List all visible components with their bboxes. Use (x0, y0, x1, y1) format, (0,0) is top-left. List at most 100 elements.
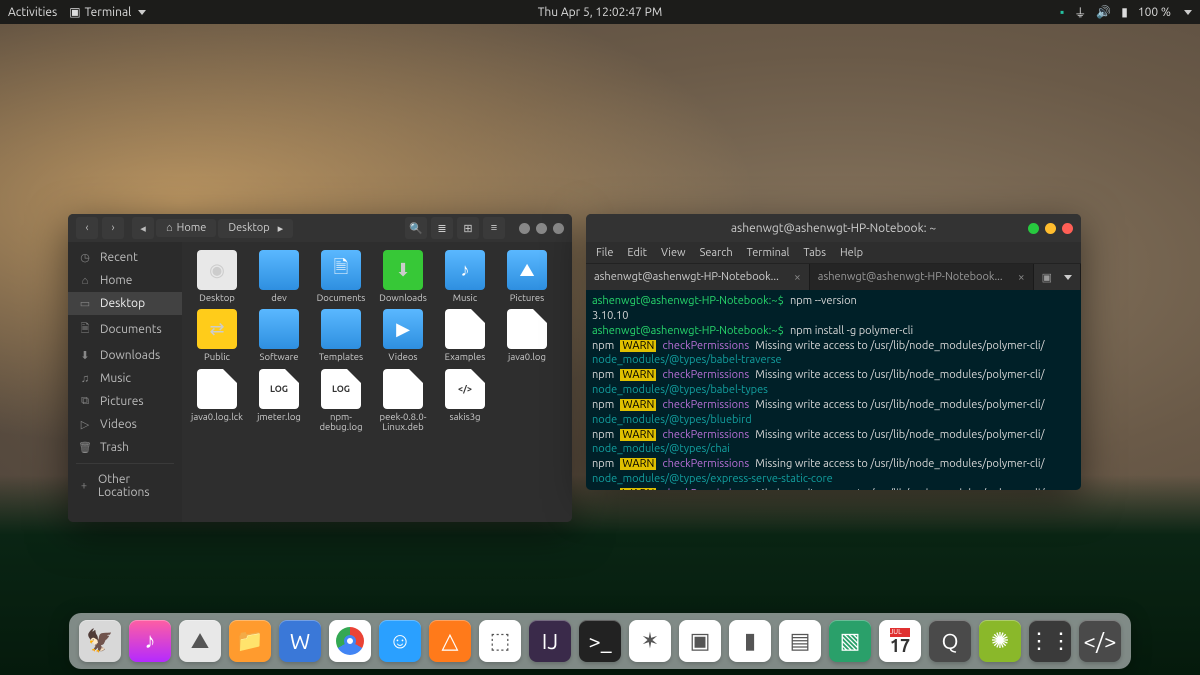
menu-tabs[interactable]: Tabs (803, 247, 826, 259)
file-item[interactable]: LOGnpm-debug.log (310, 369, 372, 433)
wps-icon: W (290, 629, 310, 654)
new-tab-button[interactable]: ▣ (1034, 264, 1081, 290)
sidebar-item-pictures[interactable]: ⧉Pictures (68, 390, 182, 413)
dock-app3[interactable]: ▤ (779, 620, 821, 662)
file-item[interactable]: LOGjmeter.log (248, 369, 310, 433)
dock-settings[interactable]: ⬚ (479, 620, 521, 662)
hamburger-menu-button[interactable]: ≡ (483, 217, 505, 239)
clock[interactable]: Thu Apr 5, 12:02:47 PM (538, 6, 663, 19)
window-maximize-button[interactable] (1045, 223, 1056, 234)
sidebar-other-locations[interactable]: +Other Locations (68, 468, 182, 504)
home-icon: ⌂ (78, 275, 92, 287)
battery-icon[interactable]: ▮ (1121, 5, 1128, 19)
menu-search[interactable]: Search (700, 247, 733, 259)
file-item[interactable]: Templates (310, 309, 372, 362)
folder-dl-icon: ⬇ (383, 250, 423, 290)
sidebar-item-trash[interactable]: 🗑Trash (68, 436, 182, 459)
dock-intellij[interactable]: IJ (529, 620, 571, 662)
file-item[interactable]: </>sakis3g (434, 369, 496, 433)
window-maximize-button[interactable] (536, 223, 547, 234)
view-list-button[interactable]: ≣ (431, 217, 453, 239)
view-grid-button[interactable]: ⊞ (457, 217, 479, 239)
files-titlebar[interactable]: ‹ › ◂ ⌂Home Desktop▸ 🔍 ≣ ⊞ ≡ (68, 214, 572, 242)
dock-launcher[interactable]: ⋮⋮ (1029, 620, 1071, 662)
dock-tweaks[interactable]: ✺ (979, 620, 1021, 662)
file-item[interactable]: ⇄Public (186, 309, 248, 362)
dock-itunes[interactable]: ♪ (129, 620, 171, 662)
dock-vlc[interactable]: △ (429, 620, 471, 662)
sidebar-item-documents[interactable]: 🗎Documents (68, 315, 182, 344)
file-item-label: Templates (319, 352, 363, 362)
folder-music-icon: ♪ (445, 250, 485, 290)
icon-view[interactable]: ◉Desktop dev 🗎Documents⬇Downloads♪Music⛰Pi… (182, 242, 572, 522)
dock-app1[interactable]: ✶ (629, 620, 671, 662)
home-icon: ⌂ (166, 222, 173, 234)
file-item[interactable]: Software (248, 309, 310, 362)
window-close-button[interactable] (553, 223, 564, 234)
file-item-label: dev (271, 293, 286, 303)
file-item[interactable]: Examples (434, 309, 496, 362)
menu-terminal[interactable]: Terminal (747, 247, 790, 259)
dock-files[interactable]: 📁 (229, 620, 271, 662)
dock-chrome[interactable] (329, 620, 371, 662)
breadcrumb-home[interactable]: ⌂Home (156, 219, 216, 237)
file-item[interactable]: java0.log.lck (186, 369, 248, 433)
sidebar-item-label: Documents (100, 323, 162, 336)
file-item[interactable]: ♪Music (434, 250, 496, 303)
file-item[interactable]: ◉Desktop (186, 250, 248, 303)
breadcrumb-desktop[interactable]: Desktop▸ (218, 219, 293, 238)
file-item[interactable]: peek-0.8.0-Linux.deb (372, 369, 434, 433)
breadcrumb: ◂ ⌂Home Desktop▸ (132, 217, 293, 239)
dock-app4[interactable]: ▧ (829, 620, 871, 662)
app-menu[interactable]: ▣ Terminal (69, 5, 146, 19)
path-up-icon[interactable]: ◂ (132, 217, 154, 239)
window-minimize-button[interactable] (519, 223, 530, 234)
dock-finder[interactable]: ☺ (379, 620, 421, 662)
terminal-tabs: ashenwgt@ashenwgt-HP-Notebook...×ashenwg… (586, 264, 1081, 290)
file-item[interactable]: ⛰Pictures (496, 250, 558, 303)
menu-edit[interactable]: Edit (627, 247, 647, 259)
dock-terminal[interactable]: >_ (579, 620, 621, 662)
sidebar-item-home[interactable]: ⌂Home (68, 269, 182, 292)
dock-wps[interactable]: W (279, 620, 321, 662)
sidebar-item-music[interactable]: ♫Music (68, 367, 182, 390)
doc-icon (383, 369, 423, 409)
terminal-titlebar[interactable]: ashenwgt@ashenwgt-HP-Notebook: ~ (586, 214, 1081, 242)
sidebar-item-desktop[interactable]: ▭Desktop (68, 292, 182, 315)
nav-back-button[interactable]: ‹ (76, 217, 98, 239)
sidebar-item-label: Downloads (100, 349, 160, 362)
volume-icon[interactable]: 🔊 (1096, 5, 1111, 19)
file-item[interactable]: ⬇Downloads (372, 250, 434, 303)
nav-forward-button[interactable]: › (102, 217, 124, 239)
dock-sublime[interactable]: </> (1079, 620, 1121, 662)
window-close-button[interactable] (1062, 223, 1073, 234)
dock-numbers[interactable]: ▮ (729, 620, 771, 662)
file-item[interactable]: java0.log (496, 309, 558, 362)
dock-photos[interactable]: ⛰ (179, 620, 221, 662)
dock-app2[interactable]: ▣ (679, 620, 721, 662)
menu-help[interactable]: Help (840, 247, 863, 259)
dock-calendar[interactable]: JUL17 (879, 620, 921, 662)
close-icon[interactable]: × (1018, 271, 1025, 284)
window-minimize-button[interactable] (1028, 223, 1039, 234)
sidebar-item-videos[interactable]: ▷Videos (68, 413, 182, 436)
menu-file[interactable]: File (596, 247, 613, 259)
file-item[interactable]: ▶Videos (372, 309, 434, 362)
dock-browser[interactable]: 🦅 (79, 620, 121, 662)
recent-icon: ◷ (78, 251, 92, 264)
sidebar-item-downloads[interactable]: ⬇Downloads (68, 344, 182, 367)
close-icon[interactable]: × (794, 271, 801, 284)
sidebar-item-recent[interactable]: ◷Recent (68, 246, 182, 269)
activities-button[interactable]: Activities (8, 6, 57, 19)
indicator-icon[interactable]: ▪ (1060, 5, 1064, 19)
terminal-body[interactable]: ashenwgt@ashenwgt-HP-Notebook:~$ npm --v… (586, 290, 1081, 490)
menu-view[interactable]: View (661, 247, 686, 259)
dock-quicktime[interactable]: Q (929, 620, 971, 662)
wifi-icon[interactable]: ⏚ (1074, 4, 1086, 21)
terminal-tab[interactable]: ashenwgt@ashenwgt-HP-Notebook...× (586, 264, 810, 290)
file-item[interactable]: dev (248, 250, 310, 303)
search-button[interactable]: 🔍 (405, 217, 427, 239)
pictures-icon: ⧉ (78, 395, 92, 408)
terminal-tab[interactable]: ashenwgt@ashenwgt-HP-Notebook...× (810, 264, 1034, 290)
file-item[interactable]: 🗎Documents (310, 250, 372, 303)
